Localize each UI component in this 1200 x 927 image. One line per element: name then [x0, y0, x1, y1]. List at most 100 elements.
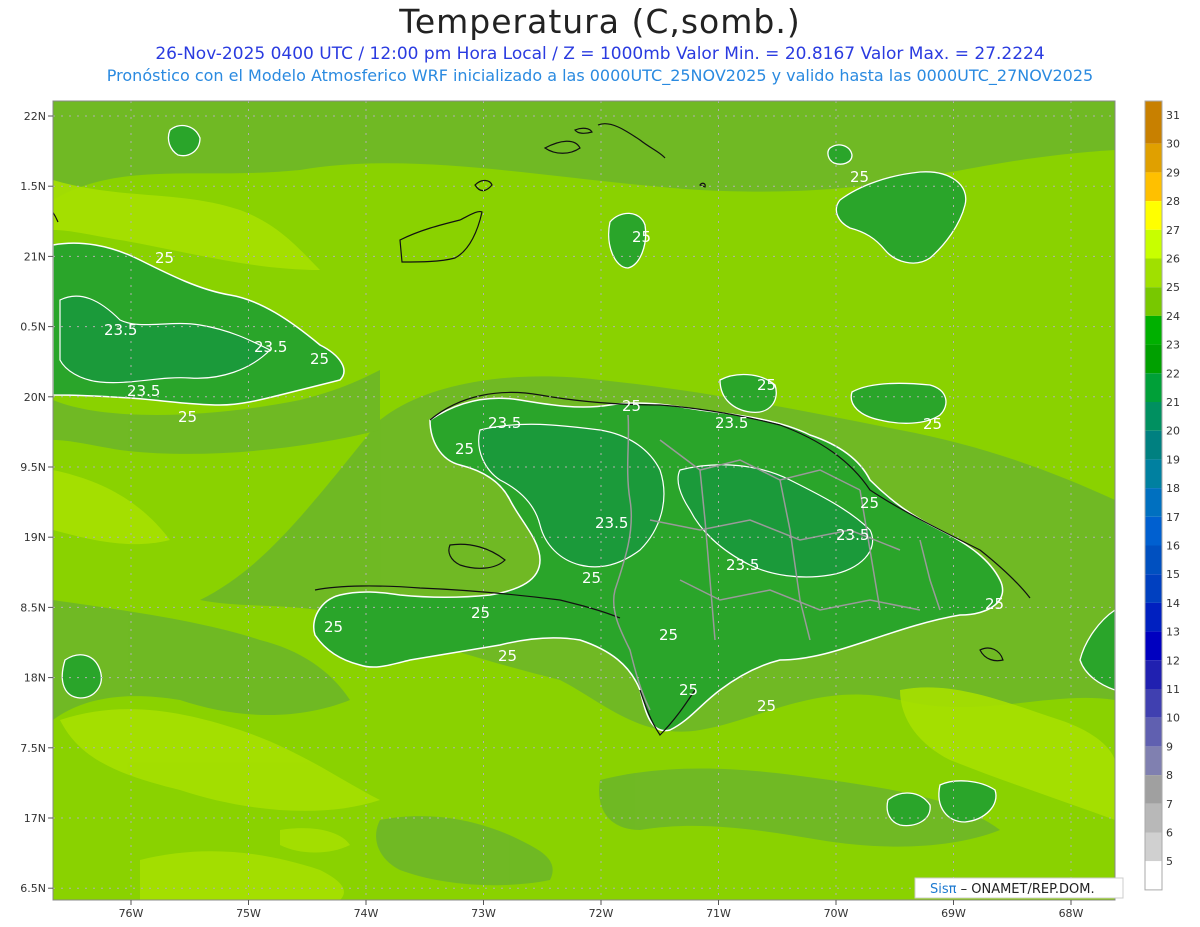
colorbar-label: 18	[1166, 482, 1180, 495]
colorbar-swatch	[1145, 631, 1162, 661]
colorbar-swatch	[1145, 861, 1162, 890]
colorbar-label: 6	[1166, 827, 1173, 840]
lon-label: 68W	[1059, 907, 1084, 920]
colorbar-swatch	[1145, 459, 1162, 489]
colorbar-label: 5	[1166, 855, 1173, 868]
colorbar-label: 14	[1166, 597, 1180, 610]
colorbar-swatch	[1145, 746, 1162, 776]
lon-label: 76W	[119, 907, 144, 920]
colorbar-swatch	[1145, 101, 1162, 115]
colorbar-label: 26	[1166, 253, 1180, 266]
contour-label: 25	[622, 397, 641, 415]
lon-label: 72W	[589, 907, 614, 920]
colorbar-swatch	[1145, 344, 1162, 374]
colorbar-label: 21	[1166, 396, 1180, 409]
colorbar-label: 24	[1166, 310, 1180, 323]
longitude-axis: 76W 75W 74W 73W 72W 71W 70W 69W 68W	[119, 900, 1084, 920]
colorbar-swatch	[1145, 201, 1162, 230]
contour-label: 25	[659, 626, 678, 644]
colorbar-swatch	[1145, 803, 1162, 833]
aves-south-patch-1	[886, 792, 931, 827]
contour-label: 25	[860, 494, 879, 512]
contour-label: 25	[985, 595, 1004, 613]
contour-label: 23.5	[104, 321, 137, 339]
colorbar-swatch	[1145, 258, 1162, 288]
contour-label: 25	[923, 415, 942, 433]
contour-label: 25	[582, 569, 601, 587]
lat-label: 17N	[24, 812, 46, 825]
lat-label: 22N	[24, 110, 46, 123]
lat-label: 1.5N	[20, 180, 46, 193]
lat-label: 8.5N	[20, 601, 46, 614]
colorbar-label: 29	[1166, 166, 1180, 179]
lat-label: 9.5N	[20, 461, 46, 474]
lat-label: 7.5N	[20, 742, 46, 755]
colorbar-swatch	[1145, 717, 1162, 747]
lon-label: 70W	[824, 907, 849, 920]
contour-label: 23.5	[595, 514, 628, 532]
footer-org: – ONAMET/REP.DOM.	[956, 882, 1094, 897]
contour-label: 23.5	[726, 556, 759, 574]
colorbar-label: 13	[1166, 626, 1180, 639]
colorbar-swatch	[1145, 832, 1162, 862]
colorbar-label: 8	[1166, 769, 1173, 782]
latitude-axis: 22N 1.5N 21N 0.5N 20N 9.5N 19N 8.5N 18N 7.5N 17N 6.…	[20, 110, 53, 895]
jamaica-island	[61, 654, 102, 699]
colorbar-label: 28	[1166, 195, 1180, 208]
lon-label: 69W	[941, 907, 966, 920]
lon-label: 71W	[706, 907, 731, 920]
contour-label: 25	[632, 228, 651, 246]
colorbar-swatch	[1145, 516, 1162, 546]
contour-label: 25	[310, 350, 329, 368]
contour-label: 23.5	[127, 382, 160, 400]
contour-label: 25	[679, 681, 698, 699]
colorbar-swatch	[1145, 545, 1162, 575]
colorbar-swatch	[1145, 602, 1162, 632]
lon-label: 73W	[471, 907, 496, 920]
contour-label: 25	[498, 647, 517, 665]
colorbar-swatch	[1145, 689, 1162, 718]
contour-label: 25	[471, 604, 490, 622]
contour-label: 25	[324, 618, 343, 636]
colorbar-swatch	[1145, 315, 1162, 345]
colorbar-swatch	[1145, 488, 1162, 517]
colorbar-label: 20	[1166, 425, 1180, 438]
lat-label: 6.5N	[20, 882, 46, 895]
colorbar-label: 10	[1166, 712, 1180, 725]
lat-label: 20N	[24, 391, 46, 404]
little-inagua-island	[827, 144, 853, 165]
colorbar-swatch	[1145, 660, 1162, 689]
colorbar-swatch	[1145, 287, 1162, 316]
colorbar-swatch	[1145, 115, 1162, 144]
contour-label: 25	[850, 168, 869, 186]
colorbar-label: 11	[1166, 683, 1180, 696]
colorbar-swatch	[1145, 402, 1162, 431]
colorbar-swatch	[1145, 775, 1162, 804]
map-plot-area: 25 23.5 23.5 25 23.5 25 25 25 25 25 25 2…	[53, 101, 1115, 900]
colorbar-label: 12	[1166, 654, 1180, 667]
contour-label: 25	[155, 249, 174, 267]
contour-label: 23.5	[715, 414, 748, 432]
lon-label: 75W	[236, 907, 261, 920]
colorbar-label: 16	[1166, 540, 1180, 553]
colorbar-swatch	[1145, 574, 1162, 603]
contour-label: 23.5	[488, 414, 521, 432]
colorbar-swatch	[1145, 229, 1162, 259]
contour-label: 23.5	[254, 338, 287, 356]
colorbar-label: 31	[1166, 109, 1180, 122]
colorbar-label: 17	[1166, 511, 1180, 524]
cuba-north-patch	[167, 124, 201, 157]
colorbar-swatch	[1145, 373, 1162, 402]
footer-credit: Sisπ – ONAMET/REP.DOM.	[914, 877, 1124, 899]
lat-label: 18N	[24, 672, 46, 685]
contour-label: 25	[757, 697, 776, 715]
lat-label: 0.5N	[20, 321, 46, 334]
lat-label: 21N	[24, 250, 46, 263]
footer-text: Sisπ – ONAMET/REP.DOM.	[930, 882, 1095, 897]
colorbar-label: 7	[1166, 798, 1173, 811]
contour-label: 25	[455, 440, 474, 458]
colorbar-swatch	[1145, 430, 1162, 460]
colorbar-label: 23	[1166, 339, 1180, 352]
contour-label: 23.5	[836, 526, 869, 544]
colorbar-label: 22	[1166, 367, 1180, 380]
